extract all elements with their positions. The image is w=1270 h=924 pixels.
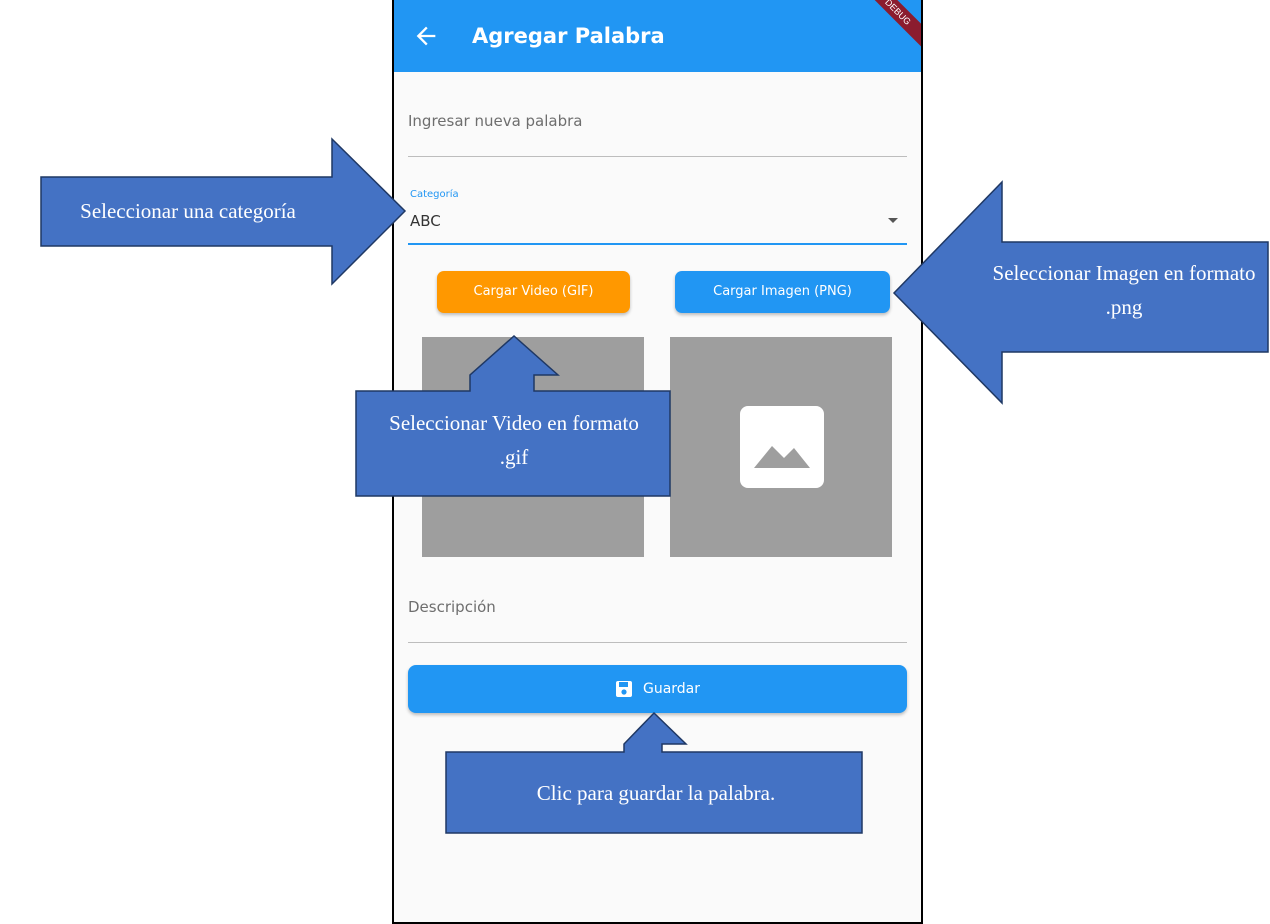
save-callout-arrow [445,711,863,834]
category-callout-text: Seleccionar una categoría [80,199,296,223]
save-callout-text: Clic para guardar la palabra. [536,781,776,805]
image-callout-text: Seleccionar Imagen en formato .png [992,261,1256,319]
video-callout-text: Seleccionar Video en formato .gif [389,411,639,469]
